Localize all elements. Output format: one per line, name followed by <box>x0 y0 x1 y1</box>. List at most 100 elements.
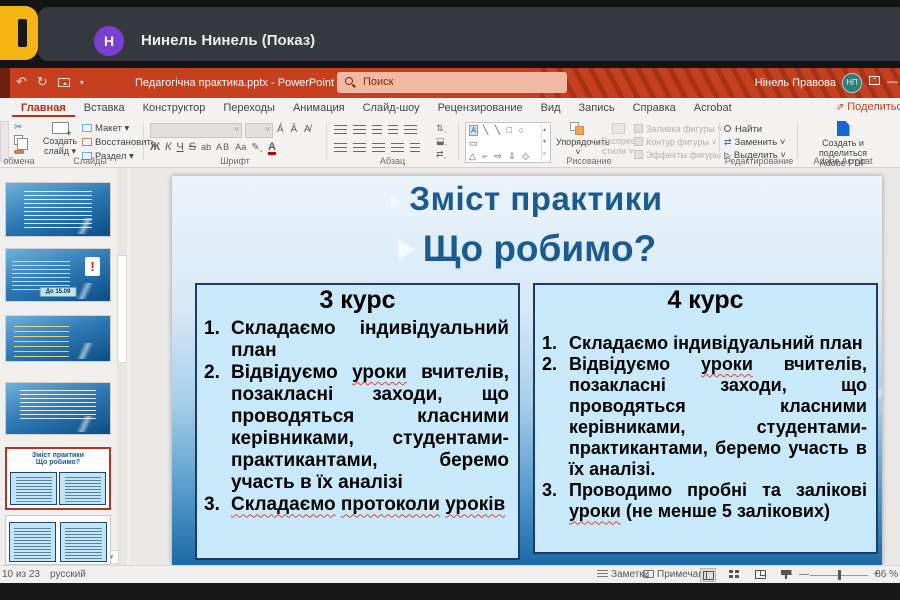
numbering-icon[interactable] <box>353 125 366 134</box>
course3-textbox[interactable]: 3 курс 1. Складаємо індивідуальний план 2.… <box>195 283 520 560</box>
shape-fill-button[interactable]: Заливка фигуры ˅ <box>634 123 729 136</box>
ribbon-display-options-icon[interactable]: ⌃ <box>869 76 880 85</box>
reading-view-button[interactable] <box>752 568 768 582</box>
share-button[interactable]: ⇗ Поделиться <box>836 101 900 113</box>
format-painter-icon[interactable] <box>14 150 24 154</box>
font-style-button-5[interactable]: АВ <box>216 142 230 152</box>
reset-button[interactable]: Восстановить <box>82 137 156 148</box>
slide-title-line1[interactable]: Зміст практики <box>172 180 882 218</box>
slideshow-view-button[interactable] <box>778 568 794 582</box>
find-button[interactable]: Найти <box>724 123 786 136</box>
slide-thumbnail-5[interactable]: Зміст практики Що робимо? <box>5 447 111 510</box>
align-right-icon[interactable] <box>372 143 385 152</box>
align-left-icon[interactable] <box>334 143 347 152</box>
font-style-button-0[interactable]: Ж <box>150 141 160 153</box>
layout-button[interactable]: Макет ▾ <box>82 123 129 134</box>
textbox-shape-icon[interactable]: А <box>469 125 479 136</box>
slide-sorter-icon <box>728 570 740 579</box>
font-style-button-2[interactable]: Ч <box>176 141 183 153</box>
start-slideshow-icon[interactable] <box>57 77 70 87</box>
new-slide-icon <box>51 122 72 138</box>
quick-styles-button[interactable]: Экспресс-стили ˅ <box>601 123 643 156</box>
minimize-icon[interactable]: — <box>887 76 898 88</box>
thumb-title: Що робимо? <box>35 459 81 466</box>
thumb-title: Зміст практики <box>31 452 85 459</box>
font-style-button-3[interactable]: S <box>189 141 196 153</box>
meeting-app-icon[interactable] <box>0 6 38 60</box>
shape-fill-icon <box>634 124 643 133</box>
font-size-combo[interactable] <box>245 123 273 138</box>
slide-thumbnail-6[interactable] <box>5 515 111 565</box>
increase-indent-icon[interactable] <box>388 125 398 134</box>
slide-canvas[interactable]: Зміст практики Що робимо? 3 курс 1. Склад… <box>172 176 882 565</box>
language-indicator[interactable]: русский <box>50 569 86 580</box>
slide-title-line2[interactable]: Що робимо? <box>172 228 882 270</box>
font-color-icon[interactable]: А <box>267 142 276 155</box>
ribbon-tab-acrobat[interactable]: Acrobat <box>685 98 741 117</box>
share-icon: ⇗ <box>835 102 845 113</box>
zoom-percentage[interactable]: 86 % <box>875 569 898 580</box>
arrange-button[interactable]: Упорядочить ˅ <box>556 122 610 157</box>
decrease-indent-icon[interactable] <box>372 125 382 134</box>
clipboard-group: ✂ <box>14 122 28 154</box>
meeting-top-bar: Н Нинель Нинель (Показ) <box>0 0 900 68</box>
thumbnails-scrollbar-thumb[interactable] <box>117 255 127 363</box>
presenter-avatar: Н <box>94 26 124 56</box>
slide-list-item: 2. Відвідуємо уроки вчителів, позакласні … <box>542 354 867 480</box>
slide-thumbnail-4[interactable] <box>5 382 111 435</box>
course3-list: 1. Складаємо індивідуальний план 2. Відвіду… <box>197 315 518 516</box>
paragraph-row2[interactable] <box>334 143 420 152</box>
bullet-triangle-icon <box>397 239 414 261</box>
slides-group-label: Слайды <box>73 156 107 166</box>
presenter-name: Нинель Нинель (Показ) <box>141 32 316 49</box>
font-size-buttons[interactable]: А́ А̌ А̸ <box>277 124 313 135</box>
ribbon-tab-переходы[interactable]: Переходы <box>214 98 284 117</box>
copy-icon[interactable] <box>14 135 28 150</box>
paragraph-group-label: Абзац <box>379 156 406 166</box>
ribbon-tab-запись[interactable]: Запись <box>570 98 624 117</box>
slide-sorter-view-button[interactable] <box>726 568 742 582</box>
ribbon-tab-слайд-шоу[interactable]: Слайд-шоу <box>354 98 429 117</box>
font-style-button-6[interactable]: Аа <box>235 142 246 152</box>
course4-textbox[interactable]: 4 курс 1. Складаємо індивідуальний план 2.… <box>533 283 878 554</box>
zoom-out-icon[interactable]: — <box>799 569 809 580</box>
ribbon-tab-главная[interactable]: Главная <box>12 98 75 117</box>
align-center-icon[interactable] <box>353 143 366 152</box>
ribbon-tab-рецензирование[interactable]: Рецензирование <box>429 98 532 117</box>
search-box[interactable]: Поиск <box>337 72 567 93</box>
line-spacing-icon[interactable] <box>404 125 417 134</box>
ribbon-tab-вид[interactable]: Вид <box>532 98 570 117</box>
font-name-combo[interactable] <box>150 123 242 138</box>
replace-button[interactable]: ⇄ Заменить ˅ <box>724 136 786 149</box>
notes-button[interactable]: Заметки <box>597 569 649 580</box>
ribbon-tab-вставка[interactable]: Вставка <box>75 98 134 117</box>
slide-thumbnail-1[interactable] <box>5 182 111 237</box>
thumbnails-scrollbar-track[interactable] <box>117 168 127 565</box>
slide-thumbnail-3[interactable] <box>5 315 111 362</box>
ribbon-tab-справка[interactable]: Справка <box>624 98 685 117</box>
account-name[interactable]: Нінель Правова <box>755 77 836 89</box>
zoom-slider-thumb[interactable] <box>838 570 841 580</box>
bullet-triangle-icon <box>391 196 401 208</box>
bullets-icon[interactable] <box>334 125 347 134</box>
account-avatar[interactable]: НП <box>842 73 862 93</box>
font-group-label: Шрифт <box>220 156 250 166</box>
redo-icon[interactable]: ↻ <box>37 74 48 90</box>
undo-icon[interactable]: ↶ <box>16 74 27 90</box>
columns-icon[interactable] <box>410 143 420 152</box>
paragraph-row1[interactable] <box>334 125 417 134</box>
align-text-icon[interactable]: ⬓˯ <box>436 136 448 147</box>
justify-icon[interactable] <box>391 143 404 152</box>
highlight-pen-icon[interactable]: ✎˯ <box>251 142 263 153</box>
cut-icon[interactable]: ✂ <box>14 122 24 133</box>
ribbon-tab-конструктор[interactable]: Конструктор <box>134 98 215 117</box>
arrange-icon <box>570 122 586 135</box>
normal-view-button[interactable] <box>700 568 716 582</box>
qat-dropdown-icon[interactable]: ▾ <box>80 78 84 87</box>
text-direction-icon[interactable]: ⇅˯ <box>436 123 447 134</box>
font-style-button-4[interactable]: ab <box>201 142 211 152</box>
ribbon-tab-анимация[interactable]: Анимация <box>284 98 354 117</box>
slide-thumbnail-2[interactable]: ! До 15.09 <box>5 248 111 302</box>
font-style-button-1[interactable]: К <box>165 141 171 153</box>
shape-outline-button[interactable]: Контур фигуры ˅ <box>634 136 729 149</box>
